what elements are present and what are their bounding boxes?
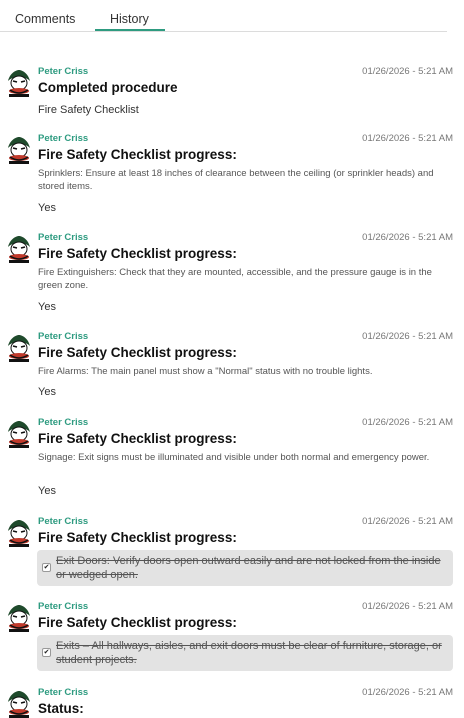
- entry-subtitle: Fire Safety Checklist: [38, 104, 139, 116]
- tab-history[interactable]: History: [110, 12, 149, 26]
- avatar-icon: [8, 335, 30, 362]
- checklist-answer: Yes: [38, 202, 56, 214]
- checklist-item-text: Sprinklers: Ensure at least 18 inches of…: [38, 168, 434, 192]
- checklist-item-text: Exit Doors: Verify doors open outward ea…: [56, 555, 441, 581]
- entry-title: Fire Safety Checklist progress:: [38, 431, 237, 446]
- author-name[interactable]: Peter Criss: [38, 232, 88, 243]
- timestamp: 01/26/2026 - 5:21 AM: [362, 331, 453, 342]
- entry-title: Fire Safety Checklist progress:: [38, 615, 237, 630]
- author-name[interactable]: Peter Criss: [38, 601, 88, 612]
- history-entry: Peter Criss 01/26/2026 - 5:21 AM Fire Sa…: [0, 331, 464, 403]
- checklist-item-text: Fire Alarms: The main panel must show a …: [38, 366, 373, 377]
- author-name[interactable]: Peter Criss: [38, 331, 88, 342]
- tab-comments[interactable]: Comments: [15, 12, 75, 26]
- history-entry: Peter Criss 01/26/2026 - 5:21 AM Complet…: [0, 66, 464, 120]
- timestamp: 01/26/2026 - 5:21 AM: [362, 232, 453, 243]
- timestamp: 01/26/2026 - 5:21 AM: [362, 417, 453, 428]
- completed-checklist-item: ✔ Exit Doors: Verify doors open outward …: [37, 550, 453, 586]
- checklist-answer: Yes: [38, 485, 56, 497]
- history-entry: Peter Criss 01/26/2026 - 5:21 AM Fire Sa…: [0, 417, 464, 501]
- checkbox-checked: ✔: [42, 648, 51, 657]
- avatar-icon: [8, 605, 30, 632]
- tab-bar: Comments History: [0, 0, 447, 32]
- history-entry: Peter Criss 01/26/2026 - 5:21 AM Fire Sa…: [0, 232, 464, 316]
- timestamp: 01/26/2026 - 5:21 AM: [362, 133, 453, 144]
- timestamp: 01/26/2026 - 5:21 AM: [362, 516, 453, 527]
- entry-title: Fire Safety Checklist progress:: [38, 147, 237, 162]
- entry-title: Status:: [38, 701, 84, 716]
- timestamp: 01/26/2026 - 5:21 AM: [362, 601, 453, 612]
- history-entry: Peter Criss 01/26/2026 - 5:21 AM Fire Sa…: [0, 516, 464, 588]
- author-name[interactable]: Peter Criss: [38, 66, 88, 77]
- checklist-answer: Yes: [38, 301, 56, 313]
- checklist-item-text: Exits – All hallways, aisles, and exit d…: [56, 640, 442, 666]
- entry-title: Fire Safety Checklist progress:: [38, 246, 237, 261]
- checkbox-checked: ✔: [42, 563, 51, 572]
- avatar-icon: [8, 520, 30, 547]
- author-name[interactable]: Peter Criss: [38, 687, 88, 698]
- avatar-icon: [8, 236, 30, 263]
- entry-title: Fire Safety Checklist progress:: [38, 530, 237, 545]
- avatar-icon: [8, 70, 30, 97]
- author-name[interactable]: Peter Criss: [38, 516, 88, 527]
- avatar-icon: [8, 421, 30, 448]
- checklist-answer: Yes: [38, 386, 56, 398]
- author-name[interactable]: Peter Criss: [38, 133, 88, 144]
- checklist-item-text: Fire Extinguishers: Check that they are …: [38, 267, 432, 291]
- author-name[interactable]: Peter Criss: [38, 417, 88, 428]
- entry-title: Completed procedure: [38, 80, 178, 95]
- history-entry: Peter Criss 01/26/2026 - 5:21 AM Fire Sa…: [0, 133, 464, 217]
- history-entry: Peter Criss 01/26/2026 - 5:21 AM Status:: [0, 687, 464, 718]
- active-tab-indicator: [95, 29, 165, 31]
- avatar-icon: [8, 691, 30, 718]
- completed-checklist-item: ✔ Exits – All hallways, aisles, and exit…: [37, 635, 453, 671]
- checklist-item-text: Signage: Exit signs must be illuminated …: [38, 452, 430, 463]
- timestamp: 01/26/2026 - 5:21 AM: [362, 66, 453, 77]
- avatar-icon: [8, 137, 30, 164]
- entry-title: Fire Safety Checklist progress:: [38, 345, 237, 360]
- timestamp: 01/26/2026 - 5:21 AM: [362, 687, 453, 698]
- history-entry: Peter Criss 01/26/2026 - 5:21 AM Fire Sa…: [0, 601, 464, 673]
